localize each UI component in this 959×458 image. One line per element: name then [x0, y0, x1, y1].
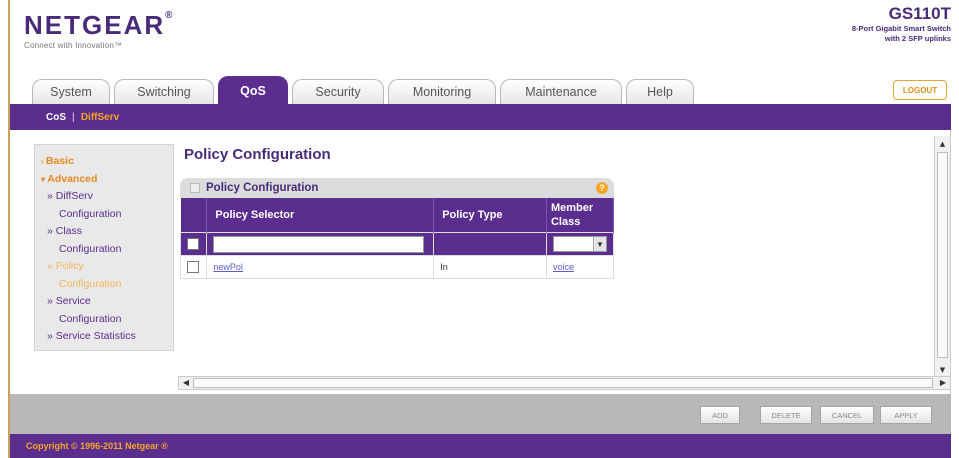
apply-button[interactable]: APPLY: [880, 406, 932, 424]
logout-button[interactable]: LOGOUT: [893, 80, 947, 100]
content-area: › Basic ▾ Advanced » DiffServ Configurat…: [20, 130, 951, 394]
button-bar: ADD DELETE CANCEL APPLY: [10, 394, 951, 434]
row-policy-selector: newPol: [206, 255, 435, 279]
member-class-cell: ▼: [545, 232, 615, 256]
column-header-member-class: Member Class: [546, 198, 615, 233]
vertical-scroll-thumb[interactable]: [937, 152, 948, 358]
scroll-down-icon[interactable]: ▼: [937, 364, 948, 376]
sidebar-item-service-configuration-line2[interactable]: Configuration: [41, 311, 173, 329]
panel-title: Policy Configuration: [206, 182, 319, 194]
app-window: NETGEAR® Connect with Innovation™ GS110T…: [8, 0, 959, 458]
row-checkbox[interactable]: [187, 261, 199, 274]
tab-qos[interactable]: QoS: [218, 76, 288, 104]
scroll-right-icon[interactable]: ▶: [937, 377, 949, 389]
cancel-button[interactable]: CANCEL: [820, 406, 874, 424]
select-column-header: [180, 198, 208, 233]
row-member-class: voice: [545, 255, 615, 279]
horizontal-scroll-thumb[interactable]: [193, 378, 933, 388]
sidebar-item-policy-configuration[interactable]: » Policy: [41, 258, 173, 276]
tab-maintenance[interactable]: Maintenance: [500, 79, 622, 104]
horizontal-scrollbar[interactable]: ◀ ▶: [178, 376, 951, 390]
logo-text: NETGEAR®: [24, 10, 175, 40]
input-row-select-cell: [179, 232, 208, 256]
subnav-diffserv[interactable]: DiffServ: [81, 112, 119, 123]
sidebar-item-service-configuration[interactable]: » Service: [41, 293, 173, 311]
subnav-cos[interactable]: CoS: [46, 112, 66, 123]
model-info: GS110T 8-Port Gigabit Smart Switch with …: [852, 4, 951, 44]
tab-monitoring[interactable]: Monitoring: [388, 79, 496, 104]
policy-table: Policy Selector Policy Type Member Class…: [179, 198, 615, 279]
tab-help[interactable]: Help: [626, 79, 694, 104]
table-input-row: ▼: [179, 232, 615, 256]
table-row: newPol In voice: [179, 255, 615, 279]
main-tabs: System Switching QoS Security Monitoring…: [32, 76, 698, 104]
row-policy-type: In: [433, 255, 547, 279]
policy-configuration-panel: Policy Configuration ? Policy Selector P…: [179, 178, 615, 279]
member-class-select[interactable]: ▼: [552, 236, 607, 252]
add-button[interactable]: ADD: [700, 406, 740, 424]
column-header-policy-type: Policy Type: [433, 198, 547, 233]
subnav-separator: |: [72, 111, 75, 123]
sidebar-item-basic[interactable]: › Basic: [41, 153, 173, 171]
sidebar-item-diffserv-configuration-line2[interactable]: Configuration: [41, 206, 173, 224]
footer-copyright: Copyright © 1996-2011 Netgear ®: [10, 434, 951, 458]
sidebar-item-class-configuration[interactable]: » Class: [41, 223, 173, 241]
row-select-cell: [179, 255, 208, 279]
policy-selector-input[interactable]: [213, 235, 425, 253]
column-header-policy-selector: Policy Selector: [206, 198, 435, 233]
sidebar-item-advanced[interactable]: ▾ Advanced: [41, 171, 173, 189]
policy-type-cell: [433, 232, 547, 256]
page-title: Policy Configuration: [184, 146, 331, 163]
model-desc-line1: 8-Port Gigabit Smart Switch: [851, 24, 951, 33]
chevron-down-icon: ▼: [592, 237, 606, 251]
collapse-icon[interactable]: [190, 183, 200, 193]
policy-selector-link[interactable]: newPol: [213, 262, 243, 272]
netgear-logo: NETGEAR® Connect with Innovation™: [24, 10, 175, 50]
sidebar: › Basic ▾ Advanced » DiffServ Configurat…: [34, 144, 174, 351]
vertical-scrollbar[interactable]: ▲ ▼: [934, 136, 950, 378]
sidebar-item-class-configuration-line2[interactable]: Configuration: [41, 241, 173, 259]
delete-button[interactable]: DELETE: [760, 406, 812, 424]
model-desc-line2: with 2 SFP uplinks: [884, 34, 951, 43]
select-all-checkbox[interactable]: [187, 238, 199, 251]
scroll-left-icon[interactable]: ◀: [180, 377, 192, 389]
tab-security[interactable]: Security: [292, 79, 384, 104]
tab-system[interactable]: System: [32, 79, 110, 104]
panel-header: Policy Configuration ?: [180, 178, 614, 198]
help-icon[interactable]: ?: [596, 182, 608, 194]
sidebar-item-diffserv-configuration[interactable]: » DiffServ: [41, 188, 173, 206]
tab-switching[interactable]: Switching: [114, 79, 214, 104]
logo-tagline: Connect with Innovation™: [24, 41, 123, 50]
scroll-up-icon[interactable]: ▲: [937, 138, 948, 150]
sidebar-item-service-statistics[interactable]: » Service Statistics: [41, 328, 173, 346]
sub-navigation: CoS | DiffServ: [10, 104, 951, 130]
sidebar-item-policy-configuration-line2[interactable]: Configuration: [41, 276, 173, 294]
member-class-link[interactable]: voice: [553, 262, 574, 272]
model-name: GS110T: [888, 4, 951, 23]
policy-selector-cell: [206, 232, 435, 256]
